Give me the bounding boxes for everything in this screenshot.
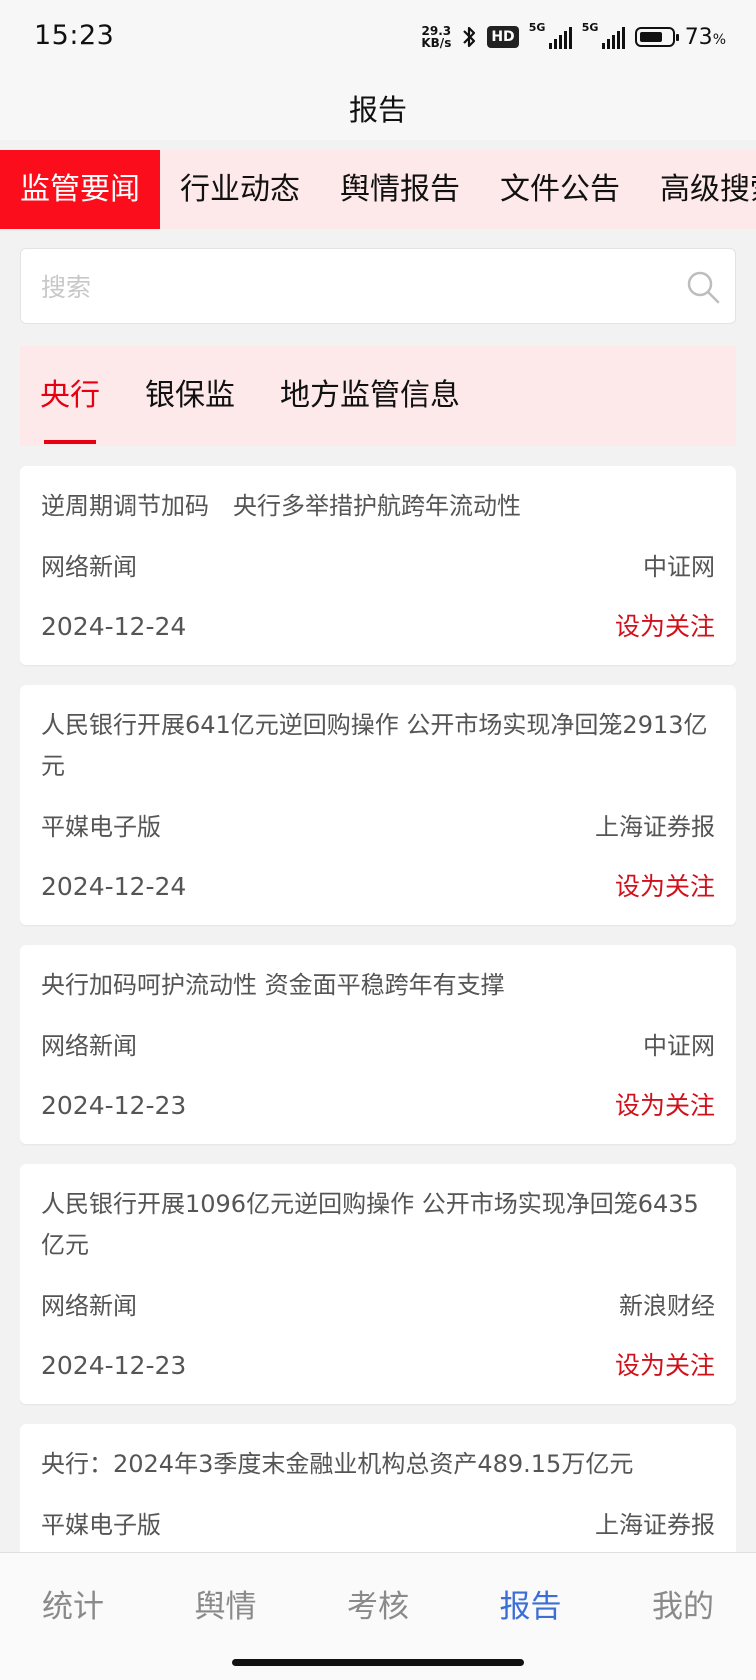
- tab-file-notice[interactable]: 文件公告: [480, 150, 640, 229]
- bluetooth-icon: [463, 26, 476, 48]
- nav-mine[interactable]: 我的: [652, 1581, 714, 1626]
- search-bar: [20, 248, 736, 325]
- news-date-row: 2024-12-23 设为关注: [41, 1346, 715, 1386]
- news-type: 平媒电子版: [41, 813, 161, 841]
- news-source: 上海证券报: [595, 813, 715, 841]
- news-meta-row: 平媒电子版 上海证券报: [41, 1505, 715, 1545]
- nav-assessment[interactable]: 考核: [347, 1581, 409, 1626]
- news-date: 2024-12-24: [41, 872, 187, 901]
- tab-advanced-search[interactable]: 高级搜索: [640, 150, 756, 229]
- news-list[interactable]: 逆周期调节加码 央行多举措护航跨年流动性 网络新闻 中证网 2024-12-24…: [20, 466, 736, 1552]
- news-source: 中证网: [643, 1032, 715, 1060]
- status-time: 15:23: [34, 20, 115, 51]
- news-type: 网络新闻: [41, 1032, 137, 1060]
- status-bar: 15:23 29.3 KB/s HD 5G 5G 73%: [0, 0, 756, 76]
- source-tabs: 央行 银保监 地方监管信息: [20, 346, 736, 446]
- news-date: 2024-12-24: [41, 612, 187, 641]
- battery-fill: [639, 32, 662, 42]
- network-speed-unit: KB/s: [421, 36, 452, 50]
- page-title: 报告: [348, 93, 407, 127]
- home-indicator[interactable]: [232, 1659, 524, 1666]
- battery-icon: [634, 27, 679, 47]
- news-title[interactable]: 逆周期调节加码 央行多举措护航跨年流动性: [41, 486, 715, 527]
- news-source: 中证网: [643, 553, 715, 581]
- search-input[interactable]: [39, 249, 683, 325]
- status-icons: 29.3 KB/s HD 5G 5G 73%: [421, 21, 726, 52]
- follow-button[interactable]: 设为关注: [615, 607, 715, 647]
- news-title[interactable]: 央行：2024年3季度末金融业机构总资产489.15万亿元: [41, 1444, 715, 1485]
- follow-button[interactable]: 设为关注: [615, 867, 715, 907]
- news-card[interactable]: 逆周期调节加码 央行多举措护航跨年流动性 网络新闻 中证网 2024-12-24…: [20, 466, 736, 665]
- tab-industry-news[interactable]: 行业动态: [160, 150, 320, 229]
- tab-regulatory-news[interactable]: 监管要闻: [0, 150, 160, 229]
- news-source: 上海证券报: [595, 1511, 715, 1539]
- follow-button[interactable]: 设为关注: [615, 1086, 715, 1126]
- bottom-nav: 统计 舆情 考核 报告 我的: [0, 1552, 756, 1680]
- tab-cbirc[interactable]: 银保监: [145, 346, 235, 446]
- hd-icon: HD: [487, 26, 519, 48]
- nav-report[interactable]: 报告: [500, 1581, 562, 1626]
- app-header: 报告: [0, 76, 756, 140]
- news-source: 新浪财经: [619, 1292, 715, 1320]
- news-date-row: 2024-12-24 设为关注: [41, 607, 715, 647]
- news-meta-row: 平媒电子版 上海证券报: [41, 807, 715, 847]
- news-meta-row: 网络新闻 中证网: [41, 1026, 715, 1066]
- news-date: 2024-12-23: [41, 1351, 187, 1380]
- news-type: 网络新闻: [41, 1292, 137, 1320]
- news-date-row: 2024-12-23 设为关注: [41, 1086, 715, 1126]
- tab-sentiment-report[interactable]: 舆情报告: [320, 150, 480, 229]
- news-card[interactable]: 人民银行开展1096亿元逆回购操作 公开市场实现净回笼6435亿元 网络新闻 新…: [20, 1164, 736, 1404]
- news-title[interactable]: 央行加码呵护流动性 资金面平稳跨年有支撑: [41, 965, 715, 1006]
- news-card[interactable]: 央行：2024年3季度末金融业机构总资产489.15万亿元 平媒电子版 上海证券…: [20, 1424, 736, 1552]
- news-type: 平媒电子版: [41, 1511, 161, 1539]
- news-type: 网络新闻: [41, 553, 137, 581]
- news-date-row: 2024-12-24 设为关注: [41, 867, 715, 907]
- news-date: 2024-12-23: [41, 1091, 187, 1120]
- tab-local-regulation[interactable]: 地方监管信息: [280, 346, 460, 446]
- search-icon[interactable]: [685, 269, 721, 305]
- signal-icon-1: 5G: [529, 21, 572, 49]
- news-meta-row: 网络新闻 新浪财经: [41, 1286, 715, 1326]
- nav-sentiment[interactable]: 舆情: [195, 1581, 257, 1626]
- news-card[interactable]: 央行加码呵护流动性 资金面平稳跨年有支撑 网络新闻 中证网 2024-12-23…: [20, 945, 736, 1144]
- network-speed: 29.3 KB/s: [421, 25, 451, 49]
- news-meta-row: 网络新闻 中证网: [41, 547, 715, 587]
- nav-statistics[interactable]: 统计: [42, 1581, 104, 1626]
- news-card[interactable]: 人民银行开展641亿元逆回购操作 公开市场实现净回笼2913亿元 平媒电子版 上…: [20, 685, 736, 925]
- news-title[interactable]: 人民银行开展641亿元逆回购操作 公开市场实现净回笼2913亿元: [41, 705, 715, 787]
- signal-icon-2: 5G: [582, 21, 625, 49]
- category-tabs: 监管要闻 行业动态 舆情报告 文件公告 高级搜索: [0, 150, 756, 229]
- battery-percent: 73%: [684, 24, 726, 50]
- follow-button[interactable]: 设为关注: [615, 1346, 715, 1386]
- news-title[interactable]: 人民银行开展1096亿元逆回购操作 公开市场实现净回笼6435亿元: [41, 1184, 715, 1266]
- tab-central-bank[interactable]: 央行: [40, 346, 100, 446]
